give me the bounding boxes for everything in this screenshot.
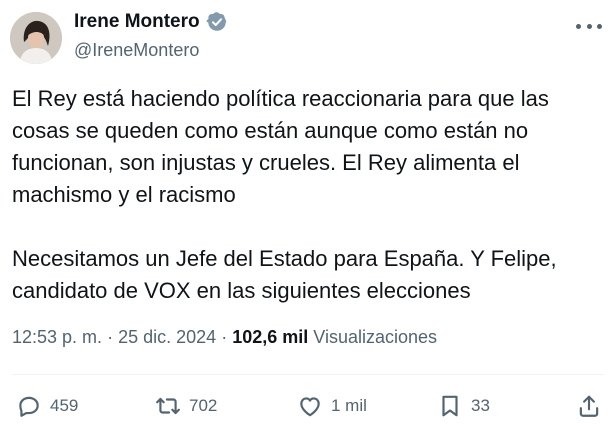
- reply-icon: [19, 396, 39, 417]
- tweet-time[interactable]: 12:53 p. m.: [12, 327, 102, 347]
- meta-separator: ·: [107, 327, 114, 347]
- dot: [576, 23, 581, 29]
- action-bar: 459 702 1 mil 33: [0, 388, 616, 424]
- dot: [586, 23, 592, 29]
- heart-icon: [300, 397, 320, 417]
- dot: [597, 23, 602, 29]
- verified-badge-icon: [206, 12, 226, 31]
- like-count: 1 mil: [331, 396, 367, 415]
- retweet-button[interactable]: 702: [155, 388, 217, 424]
- tweet-date[interactable]: 25 dic. 2024: [118, 327, 216, 347]
- views-label: Visualizaciones: [313, 327, 438, 347]
- tweet-text-paragraph-1: El Rey está haciendo política reaccionar…: [12, 86, 549, 207]
- author-name[interactable]: Irene Montero: [74, 11, 200, 33]
- author-handle[interactable]: @IreneMontero: [74, 40, 199, 61]
- like-button[interactable]: 1 mil: [297, 388, 367, 424]
- reply-button[interactable]: 459: [16, 388, 78, 424]
- bookmark-count: 33: [471, 396, 490, 415]
- avatar[interactable]: [10, 12, 62, 64]
- views-count: 102,6 mil: [232, 327, 309, 347]
- tweet-meta: 12:53 p. m. · 25 dic. 2024 · 102,6 mil V…: [12, 327, 437, 348]
- bookmark-icon: [442, 395, 458, 417]
- share-icon: [579, 395, 599, 417]
- share-button[interactable]: [576, 388, 602, 424]
- retweet-count: 702: [189, 396, 218, 415]
- profile-photo-icon: [10, 12, 62, 64]
- more-options-icon[interactable]: [576, 16, 602, 36]
- meta-separator: ·: [221, 327, 228, 347]
- author-name-row[interactable]: Irene Montero: [74, 11, 228, 33]
- divider: [12, 374, 604, 375]
- tweet-text-paragraph-2: Necesitamos un Jefe del Estado para Espa…: [12, 246, 557, 303]
- reply-count: 459: [50, 396, 79, 415]
- retweet-icon: [156, 397, 180, 415]
- bookmark-button[interactable]: 33: [437, 388, 490, 424]
